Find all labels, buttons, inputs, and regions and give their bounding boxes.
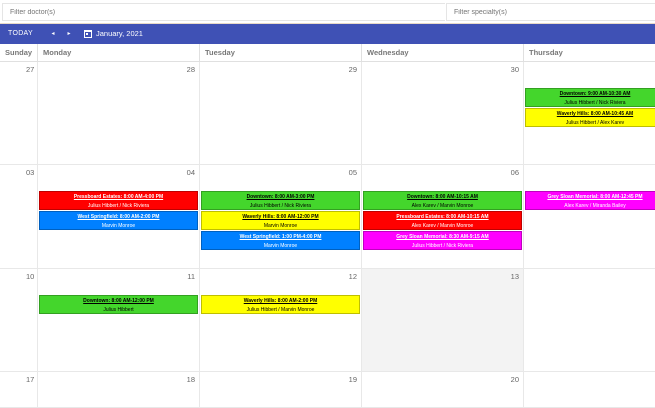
calendar-icon[interactable] [84,30,92,38]
day-number: 10 [26,272,35,281]
appointment-event[interactable]: Waverly Hills: 8:00 AM-2:00 PM Julius Hib… [201,295,360,314]
appointment-doctors: Julius Hibbert / Nick Riviera [249,202,312,209]
appointment-title[interactable]: Downtown: 8:00 AM-3:00 PM [202,193,359,202]
day-number: 29 [348,65,357,74]
appointment-doctors: Marvin Monroe [263,222,298,229]
appointment-event[interactable]: West Springfield: 1:00 PM-4:00 PM Marvin … [201,231,360,250]
appointment-doctors: Julius Hibbert / Nick Riviera [411,242,474,249]
calendar-day-cell[interactable]: 18 [37,372,199,408]
chevron-right-icon[interactable]: ▸ [64,24,74,44]
appointment-title[interactable]: Waverly Hills: 8:00 AM-2:00 PM [202,297,359,306]
calendar-toolbar: TODAY ◂ ▸ January, 2021 [0,24,655,44]
day-number: 13 [510,272,519,281]
appointment-doctors: Alex Karev / Miranda Bailey [564,202,626,209]
appointment-title[interactable]: Pressboard Estates: 8:00 AM-10:15 AM [364,213,521,222]
appointment-event[interactable]: Grey Sloan Memorial: 8:30 AM-9:15 AM Juli… [363,231,522,250]
calendar-day-cell[interactable]: 10 [0,269,37,372]
appointment-event[interactable]: Waverly Hills: 8:00 AM-10:45 AM Julius Hi… [525,108,655,127]
appointment-event[interactable]: Waverly Hills: 8:00 AM-12:00 PM Marvin Mo… [201,211,360,230]
calendar-day-cell[interactable]: 12 [199,269,361,372]
appointment-event[interactable]: Downtown: 9:00 AM-10:30 AM Julius Hibbert… [525,88,655,107]
current-month-label[interactable]: January, 2021 [96,24,143,44]
appointment-title[interactable]: Grey Sloan Memorial: 8:00 AM-12:45 PM [526,193,655,202]
appointment-title[interactable]: Downtown: 9:00 AM-10:30 AM [526,90,655,99]
calendar-day-cell[interactable] [523,269,655,372]
calendar-day-cell[interactable]: 28 [37,62,199,165]
day-header-sunday: Sunday [5,48,33,57]
day-number: 28 [186,65,195,74]
appointment-doctors: Alex Karev / Marvin Monroe [411,222,474,229]
appointment-event[interactable]: Downtown: 8:00 AM-3:00 PM Julius Hibbert … [201,191,360,210]
day-number: 03 [26,168,35,177]
appointment-title[interactable]: Pressboard Estates: 8:00 AM-4:00 PM [40,193,197,202]
day-number: 05 [348,168,357,177]
today-button[interactable]: TODAY [8,24,33,44]
appointment-title[interactable]: Downtown: 8:00 AM-12:00 PM [40,297,197,306]
day-number: 04 [186,168,195,177]
appointment-doctors: Julius Hibbert / Nick Riviera [87,202,150,209]
chevron-left-icon[interactable]: ◂ [48,24,58,44]
calendar-day-cell[interactable]: 17 [0,372,37,408]
appointment-event[interactable]: Pressboard Estates: 8:00 AM-4:00 PM Juliu… [39,191,198,210]
appointment-doctors: Marvin Monroe [101,222,136,229]
appointment-event[interactable]: Downtown: 8:00 AM-12:00 PM Julius Hibbert [39,295,198,314]
appointment-event[interactable]: West Springfield: 8:00 AM-2:00 PM Marvin … [39,211,198,230]
day-number: 30 [510,65,519,74]
calendar-day-cell[interactable]: 27 [0,62,37,165]
day-header-wednesday: Wednesday [361,44,523,62]
appointment-doctors: Julius Hibbert / Marvin Monroe [246,306,315,313]
appointment-doctors: Alex Karev / Marvin Monroe [411,202,474,209]
day-number: 20 [510,375,519,384]
calendar-day-cell[interactable]: 29 [199,62,361,165]
day-number: 19 [348,375,357,384]
day-number: 11 [187,272,195,281]
appointment-title[interactable]: Grey Sloan Memorial: 8:30 AM-9:15 AM [364,233,521,242]
day-number: 18 [186,375,195,384]
month-grid: 27 28 29 30 03 04 05 06 10 11 12 13 17 18 19 20 Downtown… [0,62,655,408]
appointment-event[interactable]: Grey Sloan Memorial: 8:00 AM-12:45 PM Ale… [525,191,655,210]
appointment-event[interactable]: Downtown: 8:00 AM-10:15 AM Alex Karev / M… [363,191,522,210]
day-header-row: Sunday Monday Tuesday Wednesday Thursday [0,44,655,62]
appointment-title[interactable]: West Springfield: 1:00 PM-4:00 PM [202,233,359,242]
appointment-title[interactable]: Waverly Hills: 8:00 AM-12:00 PM [202,213,359,222]
calendar-day-cell[interactable]: 19 [199,372,361,408]
day-number: 12 [348,272,357,281]
calendar-day-cell[interactable]: 13 [361,269,523,372]
appointment-doctors: Julius Hibbert / Alex Karev [565,119,625,126]
appointment-doctors: Marvin Monroe [263,242,298,249]
appointment-title[interactable]: West Springfield: 8:00 AM-2:00 PM [40,213,197,222]
day-number: 06 [510,168,519,177]
calendar-day-cell[interactable] [523,372,655,408]
appointment-doctors: Julius Hibbert [103,306,134,313]
calendar-day-cell[interactable] [523,165,655,269]
calendar-day-cell[interactable]: 20 [361,372,523,408]
calendar-day-cell[interactable]: 30 [361,62,523,165]
day-number: 27 [26,65,35,74]
day-header-tuesday: Tuesday [199,44,361,62]
calendar-day-cell[interactable]: 11 [37,269,199,372]
appointment-title[interactable]: Downtown: 8:00 AM-10:15 AM [364,193,521,202]
day-number: 17 [26,375,35,384]
appointment-doctors: Julius Hibbert / Nick Riviera [564,99,626,106]
day-header-thursday: Thursday [523,44,655,62]
calendar-day-cell[interactable]: 03 [0,165,37,269]
doctor-filter-input[interactable] [2,3,445,21]
day-header-monday: Monday [37,44,199,62]
appointment-event[interactable]: Pressboard Estates: 8:00 AM-10:15 AM Alex… [363,211,522,230]
filter-bar [0,0,655,24]
appointment-title[interactable]: Waverly Hills: 8:00 AM-10:45 AM [526,110,655,119]
specialty-filter-input[interactable] [446,3,655,21]
